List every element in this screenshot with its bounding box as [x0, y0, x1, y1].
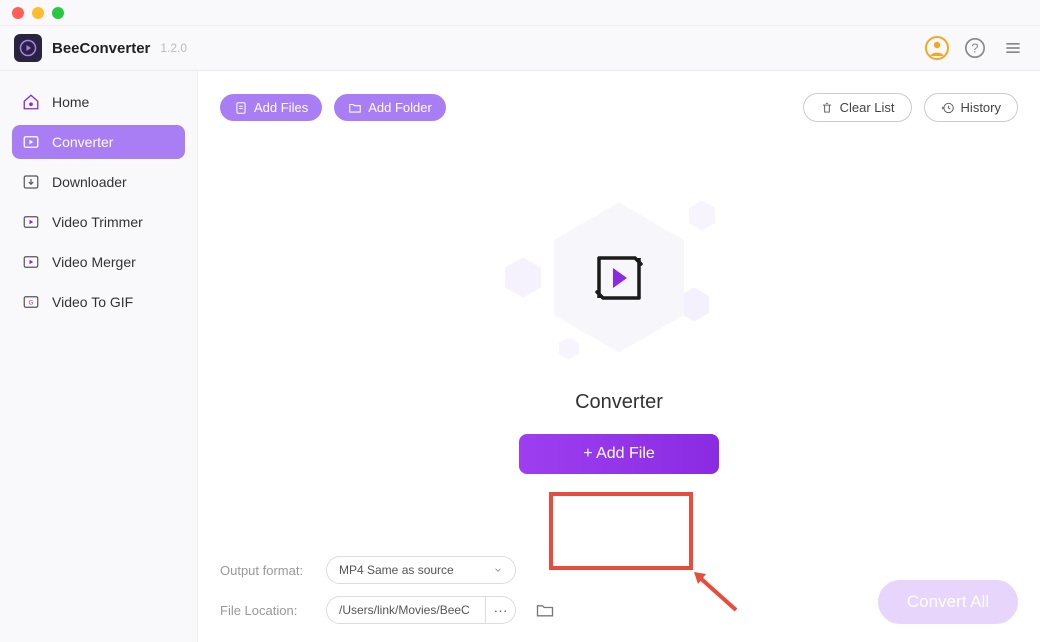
open-folder-button[interactable]: [534, 599, 556, 621]
home-icon: [22, 93, 40, 111]
sidebar-item-label: Converter: [52, 134, 113, 150]
download-icon: [22, 173, 40, 191]
trimmer-icon: [22, 213, 40, 231]
sidebar-item-label: Video Merger: [52, 254, 136, 270]
clear-list-button[interactable]: Clear List: [803, 93, 912, 122]
sidebar: Home Converter Downloader Video Trimmer …: [0, 71, 198, 642]
app-version: 1.2.0: [160, 41, 187, 55]
app-name: BeeConverter: [52, 40, 150, 57]
toolbar: Add Files Add Folder Clear List History: [198, 71, 1040, 122]
history-icon: [941, 101, 955, 115]
sidebar-item-label: Video Trimmer: [52, 214, 143, 230]
folder-icon: [535, 600, 555, 620]
chevron-down-icon: [493, 565, 503, 575]
converter-icon: [22, 133, 40, 151]
file-location-more-button[interactable]: ···: [486, 596, 516, 624]
gif-icon: G: [22, 293, 40, 311]
window-minimize[interactable]: [32, 7, 44, 19]
folder-add-icon: [348, 101, 362, 115]
sidebar-item-converter[interactable]: Converter: [12, 125, 185, 159]
help-icon[interactable]: ?: [962, 35, 988, 61]
sidebar-item-label: Downloader: [52, 174, 127, 190]
sidebar-item-downloader[interactable]: Downloader: [12, 165, 185, 199]
window-titlebar: [0, 0, 1040, 26]
sidebar-item-label: Home: [52, 94, 89, 110]
file-location-path: /Users/link/Movies/BeeC: [326, 596, 486, 624]
window-close[interactable]: [12, 7, 24, 19]
sidebar-item-label: Video To GIF: [52, 294, 133, 310]
merger-icon: [22, 253, 40, 271]
footer: Output format: MP4 Same as source File L…: [198, 544, 1040, 642]
output-format-select[interactable]: MP4 Same as source: [326, 556, 516, 584]
file-location-label: File Location:: [220, 603, 314, 618]
add-files-button[interactable]: Add Files: [220, 94, 322, 121]
add-file-button[interactable]: + Add File: [519, 434, 719, 474]
file-add-icon: [234, 101, 248, 115]
sidebar-item-gif[interactable]: G Video To GIF: [12, 285, 185, 319]
convert-all-button[interactable]: Convert All: [878, 580, 1018, 624]
main-panel: Add Files Add Folder Clear List History: [198, 71, 1040, 642]
window-maximize[interactable]: [52, 7, 64, 19]
sidebar-item-trimmer[interactable]: Video Trimmer: [12, 205, 185, 239]
output-format-label: Output format:: [220, 563, 314, 578]
svg-text:?: ?: [971, 41, 978, 56]
app-logo: [14, 34, 42, 62]
menu-icon[interactable]: [1000, 35, 1026, 61]
trash-icon: [820, 101, 834, 115]
app-header: BeeConverter 1.2.0 ?: [0, 26, 1040, 71]
add-folder-button[interactable]: Add Folder: [334, 94, 446, 121]
user-icon[interactable]: [924, 35, 950, 61]
drop-area[interactable]: Converter + Add File: [198, 122, 1040, 544]
svg-text:G: G: [29, 300, 34, 306]
drop-title: Converter: [575, 391, 663, 414]
history-button[interactable]: History: [924, 93, 1018, 122]
sidebar-item-merger[interactable]: Video Merger: [12, 245, 185, 279]
converter-illustration: [519, 193, 719, 363]
sidebar-item-home[interactable]: Home: [12, 85, 185, 119]
